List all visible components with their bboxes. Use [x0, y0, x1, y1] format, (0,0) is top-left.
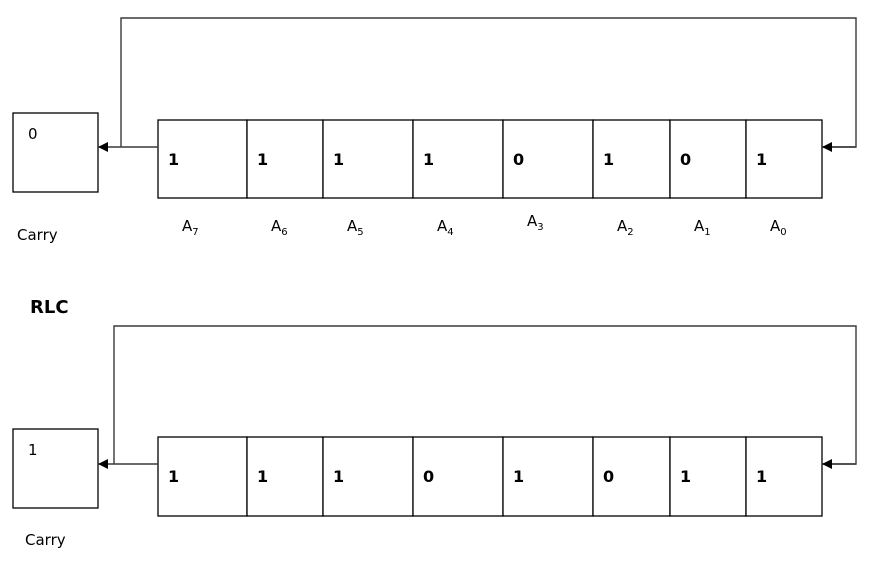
before-cell: 1 A2 — [592, 119, 671, 238]
before-bit-value: 1 — [333, 150, 344, 169]
before-bit-value: 1 — [168, 150, 179, 169]
bit-label: A5 — [347, 217, 364, 238]
after-cell: 0 — [592, 436, 671, 517]
bit-label: A2 — [617, 217, 634, 238]
bit-label: A4 — [437, 217, 454, 238]
after-bit-value: 1 — [756, 467, 767, 486]
after-bit-value: 1 — [680, 467, 691, 486]
before-cell: 1 A5 — [322, 119, 414, 238]
after-bit-value: 0 — [603, 467, 614, 486]
before-cell: 1 A4 — [412, 119, 504, 238]
before-bit-value: 1 — [257, 150, 268, 169]
register-after: 1 1 1 0 1 0 1 1 — [157, 436, 823, 517]
before-cell: 1 A6 — [246, 119, 324, 238]
before-bit-value: 0 — [680, 150, 691, 169]
diagram-title: RLC — [30, 297, 69, 318]
carry-box-before — [12, 112, 99, 193]
after-bit-value: 1 — [257, 467, 268, 486]
after-cell: 1 — [669, 436, 747, 517]
after-cell: 1 — [745, 436, 823, 517]
after-cell: 0 — [412, 436, 504, 517]
carry-value-before: 0 — [28, 125, 38, 143]
after-cell: 1 — [322, 436, 414, 517]
bit-label: A7 — [182, 217, 199, 238]
rlc-diagram: 0 Carry 1 A7 1 A6 1 A5 1 A4 0 A3 1 A2 0 A1 1 A0 RLC 1 C… — [12, 17, 857, 549]
bit-label: A3 — [527, 212, 544, 233]
bit-label: A1 — [694, 217, 711, 238]
bit-label: A6 — [271, 217, 288, 238]
before-cell: 0 A1 — [669, 119, 747, 238]
carry-label-before: Carry — [17, 226, 58, 244]
carry-box-after — [12, 428, 99, 509]
before-cell: 0 A3 — [502, 119, 594, 233]
after-cell: 1 — [157, 436, 248, 517]
after-state: 1 Carry 1 1 1 0 1 0 1 1 — [12, 325, 857, 549]
before-bit-value: 1 — [756, 150, 767, 169]
after-bit-value: 0 — [423, 467, 434, 486]
after-bit-value: 1 — [513, 467, 524, 486]
after-bit-value: 1 — [333, 467, 344, 486]
before-bit-value: 1 — [603, 150, 614, 169]
before-cell: 1 A7 — [157, 119, 248, 238]
after-bit-value: 1 — [168, 467, 179, 486]
bit-label: A0 — [770, 217, 787, 238]
after-cell: 1 — [502, 436, 594, 517]
register-before: 1 A7 1 A6 1 A5 1 A4 0 A3 1 A2 0 A1 1 A0 — [157, 119, 823, 238]
before-bit-value: 0 — [513, 150, 524, 169]
before-bit-value: 1 — [423, 150, 434, 169]
before-cell: 1 A0 — [745, 119, 823, 238]
carry-label-after: Carry — [25, 531, 66, 549]
after-cell: 1 — [246, 436, 324, 517]
before-state: 0 Carry 1 A7 1 A6 1 A5 1 A4 0 A3 1 A2 0 A1 1 A0 — [12, 17, 857, 244]
carry-value-after: 1 — [28, 441, 38, 459]
